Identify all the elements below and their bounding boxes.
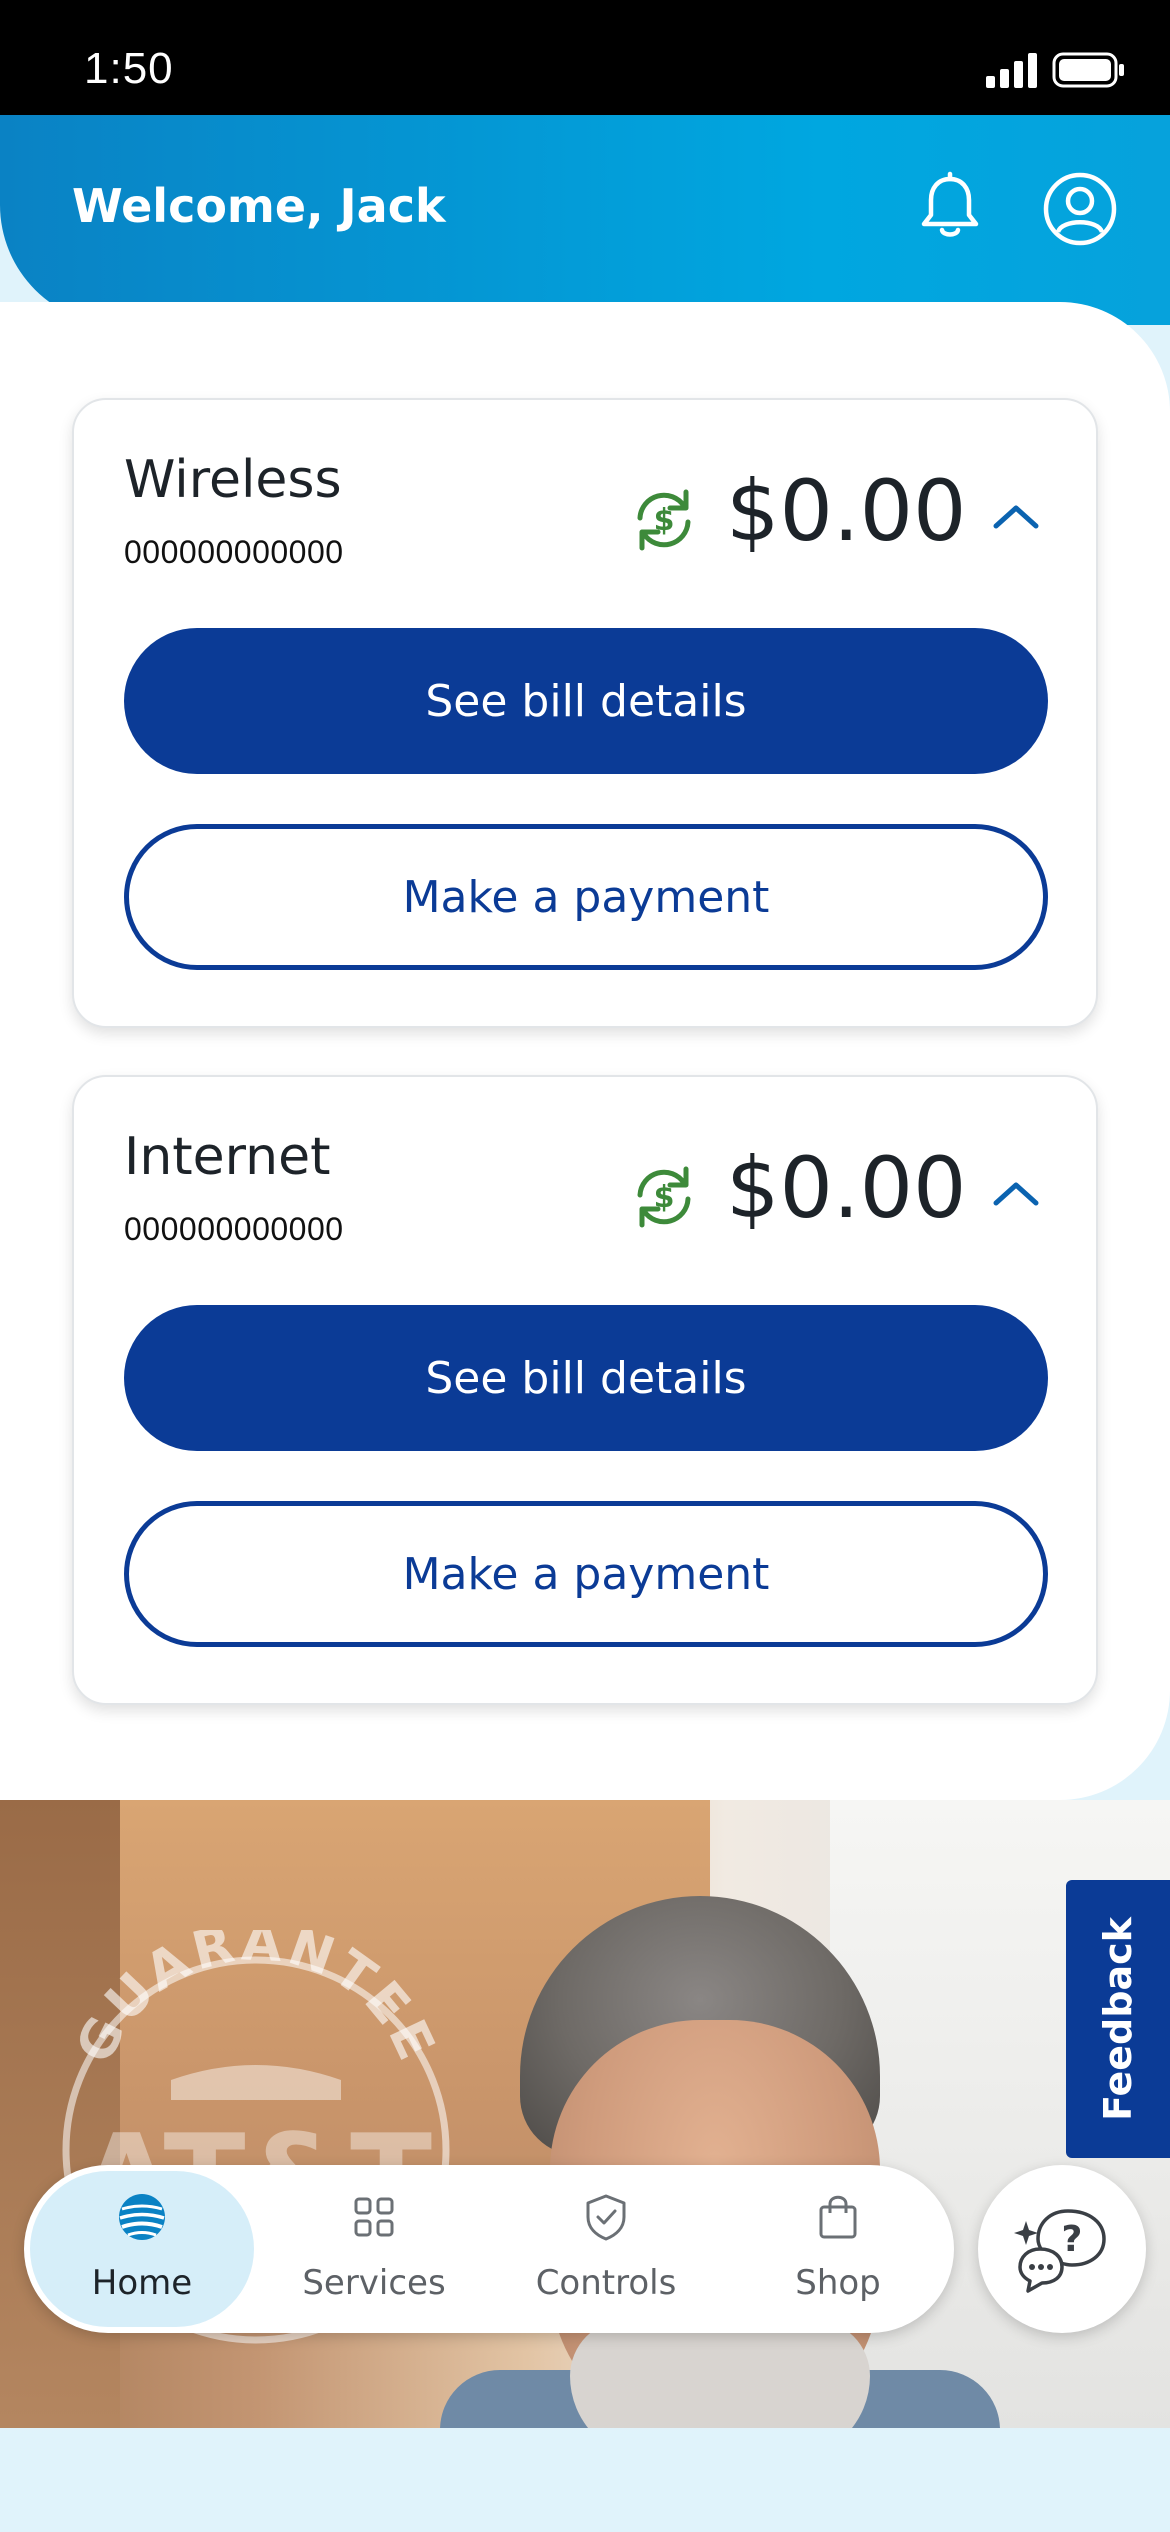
att-globe-icon: [119, 2194, 165, 2240]
account-title: Wireless: [124, 450, 342, 510]
autopay-icon: $: [637, 1166, 691, 1228]
assistant-chat-button[interactable]: ?: [978, 2165, 1146, 2333]
status-time: 1:50: [84, 44, 174, 93]
bottom-navigation: Home Services Controls Shop: [24, 2165, 954, 2333]
nav-item-shop[interactable]: Shop: [726, 2171, 950, 2327]
nav-label: Shop: [795, 2263, 881, 2303]
nav-label: Services: [302, 2263, 446, 2303]
profile-icon[interactable]: [1042, 171, 1118, 247]
photo-beard: [570, 2320, 870, 2428]
account-card-wireless: Wireless 000000000000 $ $0.00 See bill d…: [72, 398, 1098, 1028]
svg-text:?: ?: [1062, 2219, 1083, 2260]
battery-icon: [1052, 52, 1124, 88]
account-amount: $0.00: [726, 1139, 967, 1237]
svg-text:GUARANTEE: GUARANTEE: [65, 1930, 447, 2072]
account-card-internet: Internet 000000000000 $ $0.00 See bill d…: [72, 1075, 1098, 1705]
account-number: 000000000000: [124, 534, 344, 570]
promo-banner[interactable]: GUARANTEE AT&T: [0, 1800, 1170, 2428]
signal-icon: [986, 53, 1037, 88]
shield-check-icon: [586, 2194, 626, 2241]
nav-item-home[interactable]: Home: [30, 2171, 254, 2327]
chevron-up-icon[interactable]: [990, 498, 1042, 534]
nav-item-services[interactable]: Services: [262, 2171, 486, 2327]
nav-label: Home: [91, 2263, 193, 2303]
chevron-up-icon[interactable]: [990, 1175, 1042, 1211]
account-number: 000000000000: [124, 1211, 344, 1247]
header: Welcome, Jack: [0, 115, 1170, 325]
autopay-icon: $: [637, 489, 691, 551]
shopping-bag-icon: [819, 2195, 857, 2239]
account-title: Internet: [124, 1127, 331, 1187]
grid-icon: [354, 2197, 394, 2237]
welcome-title: Welcome, Jack: [72, 179, 446, 233]
nav-label: Controls: [535, 2263, 677, 2303]
make-payment-button[interactable]: Make a payment: [124, 824, 1048, 970]
feedback-tab[interactable]: Feedback: [1066, 1880, 1170, 2158]
see-bill-details-button[interactable]: See bill details: [124, 628, 1048, 774]
svg-text:$: $: [654, 503, 675, 538]
bottom-safe-area: [0, 2428, 1170, 2532]
chat-question-icon: ?: [1014, 2209, 1106, 2293]
account-amount: $0.00: [726, 462, 967, 560]
make-payment-button[interactable]: Make a payment: [124, 1501, 1048, 1647]
bell-icon[interactable]: [914, 171, 986, 243]
feedback-label: Feedback: [1096, 1917, 1140, 2121]
svg-text:$: $: [654, 1180, 675, 1215]
nav-item-controls[interactable]: Controls: [494, 2171, 718, 2327]
see-bill-details-button[interactable]: See bill details: [124, 1305, 1048, 1451]
status-bar: 1:50: [0, 0, 1170, 115]
